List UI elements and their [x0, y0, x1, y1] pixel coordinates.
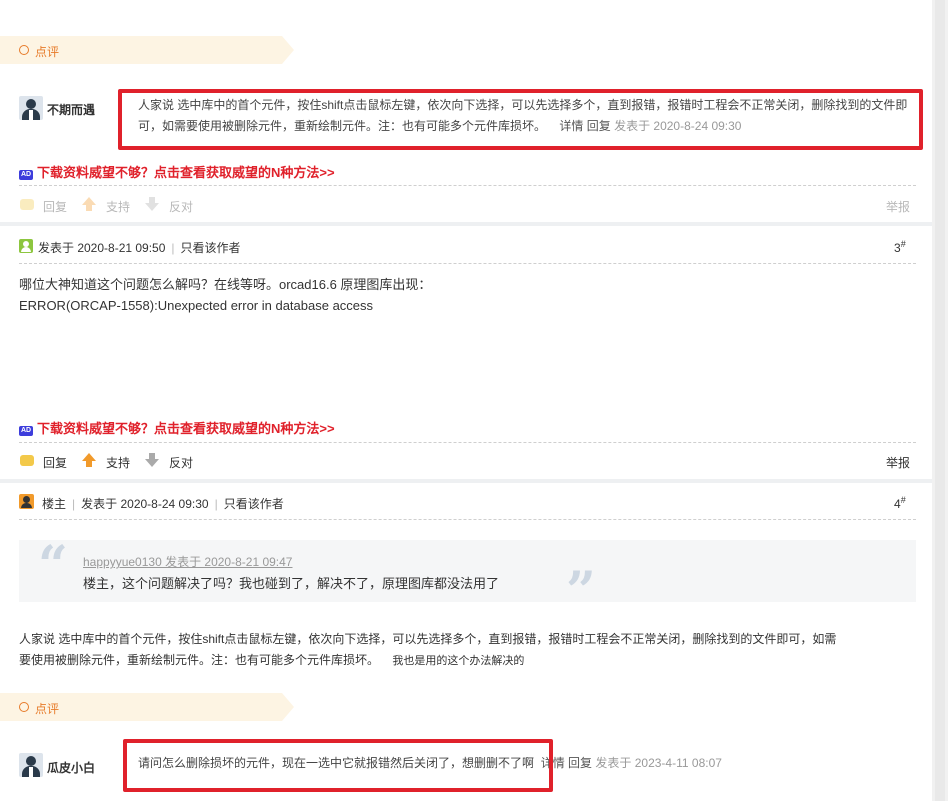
support-action[interactable]: 支持 — [106, 198, 130, 215]
floor-number[interactable]: 4# — [894, 495, 906, 511]
reply-bubble-icon — [20, 455, 34, 466]
quote-text: 楼主，这个问题解决了吗？我也碰到了，解决不了，原理图库都没法用了 — [83, 576, 500, 591]
post-line-2: 要使用被删除元件，重新绘制元件。注：也有可能多个元件库损坏。 我也是用的这个办法… — [19, 650, 919, 672]
quote-author-link[interactable]: happyyue0130 发表于 2020-8-21 09:47 — [83, 553, 292, 570]
post-timestamp: 发表于 2020-8-24 09:30 — [81, 497, 209, 511]
reply-action[interactable]: 回复 — [43, 198, 67, 215]
scrollbar-thumb[interactable] — [935, 0, 945, 801]
highlight-box — [118, 89, 923, 150]
only-author-link[interactable]: 只看该作者 — [224, 497, 284, 511]
reply-bubble-icon — [20, 199, 34, 210]
owner-icon — [19, 494, 34, 509]
post-line: ERROR(ORCAP-1558):Unexpected error in da… — [19, 298, 374, 313]
post-timestamp: 发表于 2020-8-21 09:50 — [38, 241, 166, 255]
post-meta: 发表于 2020-8-21 09:50 | 只看该作者 — [38, 241, 241, 255]
ad-link[interactable]: AD 下载资料威望不够？点击查看获取威望的N种方法>> — [19, 162, 335, 181]
comment-username[interactable]: 瓜皮小白 — [47, 759, 95, 776]
highlight-box — [123, 739, 553, 792]
divider — [19, 442, 916, 443]
comment-section-header: 点评 — [0, 693, 294, 721]
only-author-link[interactable]: 只看该作者 — [181, 241, 241, 255]
comment-username[interactable]: 不期而遇 — [47, 101, 95, 118]
report-action[interactable]: 举报 — [886, 198, 910, 215]
floor-mark: # — [900, 495, 906, 505]
avatar[interactable] — [19, 96, 43, 120]
floor-value: 3 — [894, 241, 901, 255]
owner-badge: 楼主 — [42, 497, 67, 511]
quote-block — [19, 540, 916, 602]
divider — [19, 263, 916, 264]
ad-icon: AD — [19, 426, 33, 436]
comment-section-header: 点评 — [0, 36, 294, 64]
close-quote-icon: ” — [566, 561, 596, 622]
avatar[interactable] — [19, 753, 43, 777]
oppose-action[interactable]: 反对 — [169, 454, 193, 471]
user-icon — [19, 239, 33, 253]
post-body: 哪位大神知道这个问题怎么解吗？在线等呀。orcad16.6 原理图库出现： ER… — [19, 274, 431, 316]
post-separator — [0, 222, 932, 226]
post-meta: 楼主 | 发表于 2020-8-24 09:30 | 只看该作者 — [42, 497, 284, 511]
support-action[interactable]: 支持 — [106, 454, 130, 471]
post-separator — [0, 479, 932, 483]
reply-action[interactable]: 回复 — [43, 454, 67, 471]
post-line: 哪位大神知道这个问题怎么解吗？在线等呀。orcad16.6 原理图库出现： — [19, 277, 432, 292]
post-line-text: 要使用被删除元件，重新绘制元件。注：也有可能多个元件库损坏。 — [19, 653, 380, 667]
comment-section-label: 点评 — [35, 45, 60, 59]
comment-circle-icon — [19, 45, 29, 55]
post-line: 人家说 选中库中的首个元件，按住shift点击鼠标左键，依次向下选择，可以先选择… — [19, 632, 837, 646]
oppose-action[interactable]: 反对 — [169, 198, 193, 215]
ad-text: 下载资料威望不够？点击查看获取威望的N种方法>> — [37, 421, 335, 436]
ad-link[interactable]: AD 下载资料威望不够？点击查看获取威望的N种方法>> — [19, 418, 335, 437]
floor-value: 4 — [894, 497, 901, 511]
post-line-tail: 我也是用的这个办法解决的 — [392, 655, 525, 667]
open-quote-icon: “ — [38, 535, 68, 596]
post-body: 人家说 选中库中的首个元件，按住shift点击鼠标左键，依次向下选择，可以先选择… — [19, 629, 919, 672]
floor-mark: # — [900, 239, 906, 249]
ad-icon: AD — [19, 170, 33, 180]
floor-number[interactable]: 3# — [894, 239, 906, 255]
comment-circle-icon — [19, 702, 29, 712]
divider — [19, 185, 916, 186]
ad-text: 下载资料威望不够？点击查看获取威望的N种方法>> — [37, 165, 335, 180]
comment-timestamp: 发表于 2023-4-11 08:07 — [595, 756, 722, 770]
divider — [19, 519, 916, 520]
comment-section-label: 点评 — [35, 702, 60, 716]
report-action[interactable]: 举报 — [886, 454, 910, 471]
reply-link[interactable]: 回复 — [568, 756, 592, 770]
